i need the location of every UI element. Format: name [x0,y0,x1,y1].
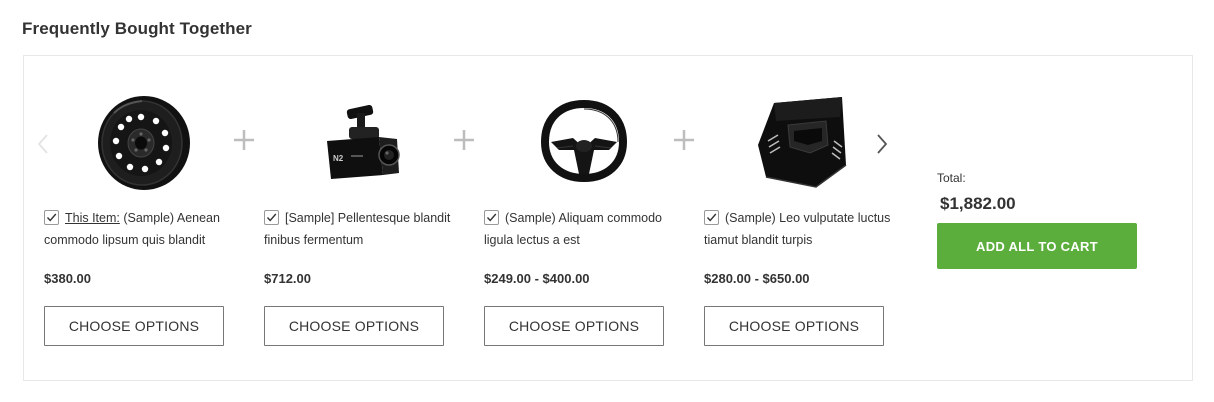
product-image-steel-wheel[interactable] [64,88,224,198]
steering-wheel-image [540,99,628,183]
dash-camera-image: N2 [327,104,400,179]
product-price: $249.00 - $400.00 [484,271,590,286]
carousel-prev-button[interactable] [33,130,53,158]
section-title: Frequently Bought Together [22,19,252,38]
product-price: $712.00 [264,271,311,286]
plus-icon [232,128,256,152]
choose-options-button[interactable]: CHOOSE OPTIONS [704,306,884,346]
product-image-dash-camera[interactable]: N2 [284,88,444,198]
this-item-label: This Item: [65,211,120,225]
choose-options-button[interactable]: CHOOSE OPTIONS [484,306,664,346]
total-value: $1,882.00 [940,194,1016,213]
steel-wheel-image [98,96,190,190]
plus-icon [672,128,696,152]
product-image-carbon-hood[interactable] [724,88,884,198]
chevron-left-icon [37,134,48,154]
choose-options-button[interactable]: CHOOSE OPTIONS [44,306,224,346]
product-name[interactable]: [Sample] Pellentesque blandit finibus fe… [264,211,450,247]
plus-icon [452,128,476,152]
add-all-to-cart-button[interactable]: ADD ALL TO CART [937,223,1137,269]
choose-options-button[interactable]: CHOOSE OPTIONS [264,306,444,346]
product-price: $280.00 - $650.00 [704,271,810,286]
carbon-hood-image [758,97,847,188]
include-checkbox[interactable] [264,210,279,225]
include-checkbox[interactable] [704,210,719,225]
product-name[interactable]: (Sample) Aliquam commodo ligula lectus a… [484,211,662,247]
total-label: Total: [937,171,966,185]
product-price: $380.00 [44,271,91,286]
product-name[interactable]: (Sample) Leo vulputate luctus tiamut bla… [704,211,890,247]
include-checkbox[interactable] [44,210,59,225]
include-checkbox[interactable] [484,210,499,225]
product-image-steering-wheel[interactable] [504,88,664,198]
svg-text:N2: N2 [333,154,344,163]
